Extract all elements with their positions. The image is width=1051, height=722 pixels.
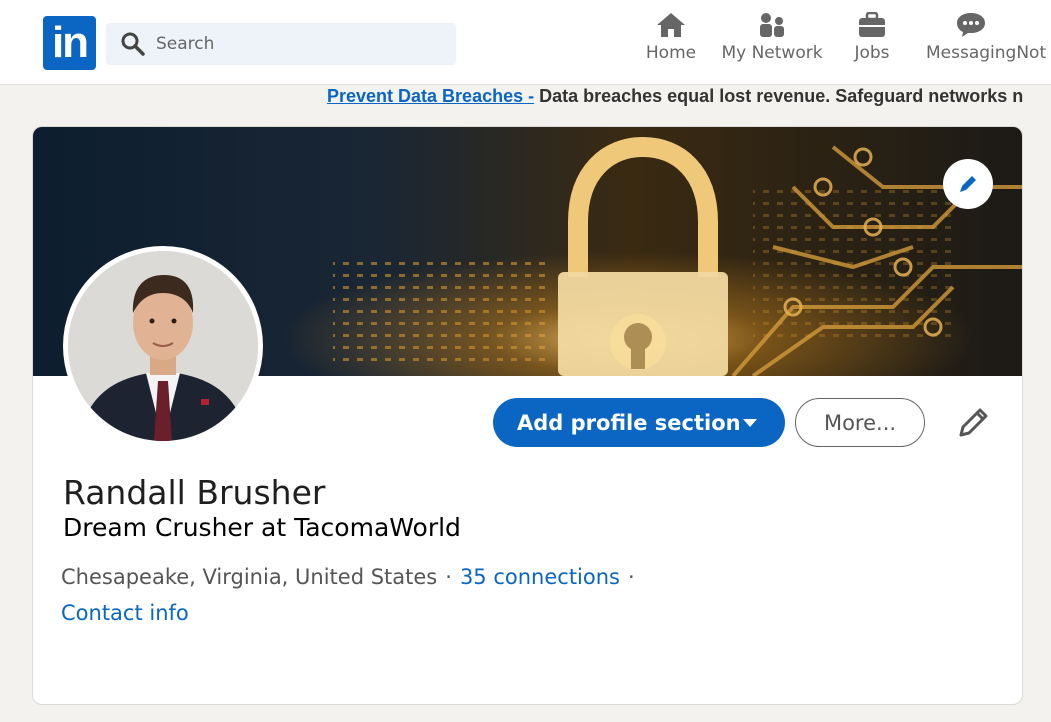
- network-icon: [760, 13, 784, 37]
- pencil-icon: [960, 176, 976, 192]
- profile-photo-image: [68, 251, 258, 441]
- connections-link[interactable]: 35 connections: [460, 565, 620, 589]
- briefcase-icon: [859, 12, 885, 37]
- nav-jobs[interactable]: Jobs: [846, 12, 898, 76]
- edit-banner-button[interactable]: [943, 159, 993, 209]
- nav-notifications-label[interactable]: Not: [1016, 43, 1046, 63]
- profile-location: Chesapeake, Virginia, United States: [61, 565, 438, 589]
- profile-photo[interactable]: [63, 246, 263, 446]
- edit-intro-pencil-icon[interactable]: [953, 403, 993, 443]
- ad-banner: Prevent Data Breaches - Data breaches eq…: [327, 85, 1051, 107]
- add-profile-section-label: Add profile section: [517, 410, 741, 435]
- separator-dot: ·: [445, 565, 452, 589]
- nav-my-network[interactable]: My Network: [718, 12, 826, 76]
- contact-info-link[interactable]: Contact info: [61, 601, 189, 625]
- nav-home[interactable]: Home: [642, 12, 700, 76]
- nav-my-network-label: My Network: [721, 43, 823, 63]
- profile-headline: Dream Crusher at TacomaWorld: [63, 513, 461, 542]
- nav-messaging-label: Messaging: [926, 43, 1017, 63]
- caret-down-icon: [743, 419, 757, 427]
- add-profile-section-button[interactable]: Add profile section: [493, 398, 785, 447]
- nav-home-label: Home: [645, 43, 697, 63]
- separator-dot: ·: [627, 565, 635, 589]
- top-navigation: in Home My Network Jobs: [0, 0, 1051, 85]
- ad-link[interactable]: Prevent Data Breaches -: [327, 86, 534, 106]
- home-icon: [657, 13, 685, 37]
- ad-text[interactable]: Data breaches equal lost revenue. Safegu…: [534, 86, 1023, 106]
- profile-meta: Chesapeake, Virginia, United States · 35 c…: [61, 565, 643, 589]
- nav-jobs-label: Jobs: [854, 43, 890, 63]
- nav-messaging[interactable]: MessagingNot: [926, 12, 1051, 76]
- search-icon: [121, 32, 145, 56]
- search-box[interactable]: [106, 23, 456, 65]
- profile-card: Add profile section More... Randall Brus…: [32, 126, 1023, 705]
- search-input[interactable]: [156, 23, 446, 65]
- profile-name: Randall Brusher: [63, 473, 326, 512]
- more-button[interactable]: More...: [795, 398, 925, 447]
- linkedin-logo[interactable]: in: [43, 16, 96, 70]
- messaging-icon: [957, 13, 985, 37]
